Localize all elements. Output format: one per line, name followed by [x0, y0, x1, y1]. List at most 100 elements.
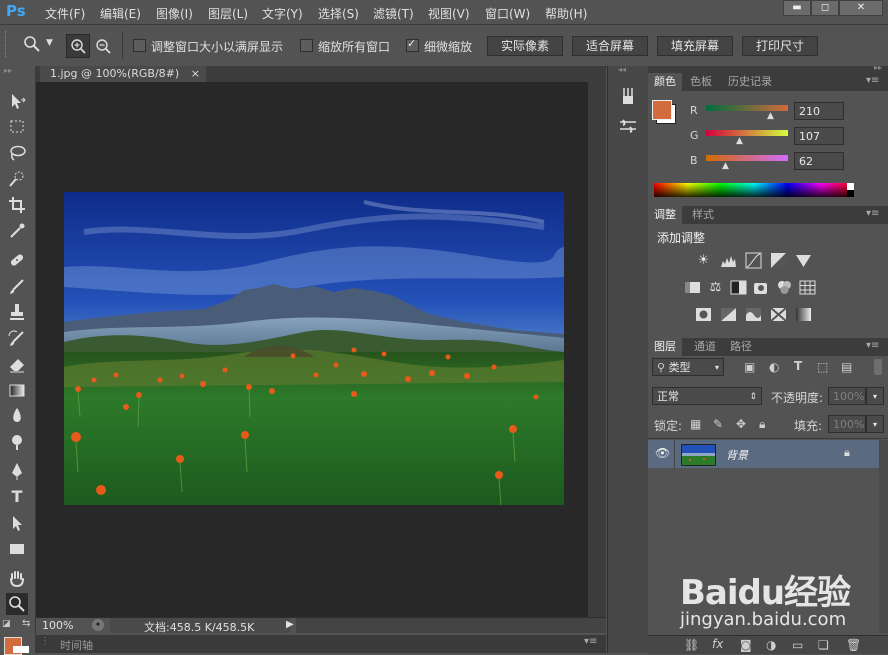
- brush-presets-icon[interactable]: [618, 86, 638, 109]
- layer-row-background[interactable]: 👁︎ 背景 🔒︎: [648, 440, 879, 468]
- status-menu-arrow-icon[interactable]: ▶: [286, 619, 294, 630]
- menu-image[interactable]: 图像(I): [156, 5, 193, 22]
- tab-channels[interactable]: 通道: [688, 338, 722, 356]
- quick-selection-tool-icon[interactable]: [6, 168, 28, 190]
- brightness-contrast-icon[interactable]: ☀: [695, 252, 712, 269]
- green-value-input[interactable]: 107: [794, 127, 844, 145]
- zoom-in-icon[interactable]: [66, 34, 90, 58]
- tab-layers[interactable]: 图层: [648, 338, 682, 356]
- black-white-icon[interactable]: [730, 279, 747, 296]
- brush-settings-icon[interactable]: [618, 116, 638, 139]
- color-spectrum-bar[interactable]: [654, 183, 854, 197]
- threshold-icon[interactable]: [745, 306, 762, 323]
- marquee-tool-icon[interactable]: [6, 116, 28, 138]
- eraser-tool-icon[interactable]: [6, 353, 28, 375]
- color-balance-icon[interactable]: ⚖: [707, 279, 724, 296]
- gradient-tool-icon[interactable]: [6, 379, 28, 401]
- lock-position-icon[interactable]: ✥: [736, 417, 746, 431]
- hue-saturation-icon[interactable]: [684, 279, 701, 296]
- lock-image-icon[interactable]: ✎: [713, 417, 723, 431]
- minimize-button[interactable]: ▬: [783, 0, 811, 16]
- menu-type[interactable]: 文字(Y): [262, 5, 303, 22]
- document-tab[interactable]: 1.jpg @ 100%(RGB/8#) ×: [40, 66, 206, 82]
- blur-tool-icon[interactable]: [6, 405, 28, 427]
- pen-tool-icon[interactable]: [6, 460, 28, 482]
- swap-colors-icon[interactable]: ⇆: [22, 618, 30, 629]
- vertical-scrollbar[interactable]: [588, 82, 606, 617]
- zoom-tool-icon[interactable]: [22, 34, 42, 57]
- menu-select[interactable]: 选择(S): [318, 5, 359, 22]
- fill-dropdown-icon[interactable]: ▾: [866, 415, 884, 433]
- fill-screen-button[interactable]: 填充屏幕: [657, 36, 733, 56]
- blue-slider[interactable]: [706, 155, 788, 161]
- resize-window-checkbox[interactable]: [133, 39, 146, 52]
- horizontal-scrollbar[interactable]: [296, 618, 606, 633]
- zoom-out-icon[interactable]: [92, 35, 114, 60]
- levels-icon[interactable]: [720, 252, 737, 269]
- dodge-tool-icon[interactable]: [6, 431, 28, 453]
- layer-name[interactable]: 背景: [726, 447, 748, 463]
- layers-panel-menu-icon[interactable]: ▾≡: [866, 340, 879, 351]
- red-slider-thumb[interactable]: ▲: [767, 111, 774, 121]
- timeline-label[interactable]: 时间轴: [60, 637, 93, 653]
- move-tool-icon[interactable]: [6, 90, 28, 112]
- type-tool-icon[interactable]: T: [6, 486, 28, 508]
- color-lookup-icon[interactable]: [799, 279, 816, 296]
- tab-paths[interactable]: 路径: [724, 338, 758, 356]
- timeline-grip-icon[interactable]: ⋮: [40, 636, 54, 650]
- color-panel-foreground-swatch[interactable]: [652, 100, 672, 120]
- tab-styles[interactable]: 样式: [686, 206, 720, 224]
- lasso-tool-icon[interactable]: [6, 142, 28, 164]
- menu-file[interactable]: 文件(F): [45, 5, 85, 22]
- zoom-level[interactable]: 100%: [42, 619, 73, 632]
- curves-icon[interactable]: [745, 252, 762, 269]
- menu-help[interactable]: 帮助(H): [545, 5, 587, 22]
- lock-transparent-icon[interactable]: ▦: [690, 417, 701, 431]
- selective-color-icon[interactable]: [770, 306, 787, 323]
- invert-icon[interactable]: [695, 306, 712, 323]
- zoom-all-windows-checkbox[interactable]: [300, 39, 313, 52]
- opacity-input[interactable]: 100%: [828, 387, 866, 405]
- layer-filter-select[interactable]: ⚲ 类型 ▾: [652, 358, 724, 376]
- vibrance-icon[interactable]: [795, 252, 812, 269]
- exposure-icon[interactable]: [770, 252, 787, 269]
- gradient-map-icon[interactable]: [795, 306, 812, 323]
- photo-filter-icon[interactable]: [753, 279, 770, 296]
- tab-color[interactable]: 颜色: [648, 73, 682, 91]
- dock-expand-icon[interactable]: ▸▸: [874, 63, 882, 72]
- actual-pixels-button[interactable]: 实际像素: [487, 36, 563, 56]
- filter-pixel-icon[interactable]: ▣: [744, 360, 755, 374]
- default-colors-icon[interactable]: ◪: [2, 619, 11, 629]
- menu-view[interactable]: 视图(V): [428, 5, 470, 22]
- zoom-tool-icon[interactable]: [6, 593, 28, 615]
- maximize-button[interactable]: ◻: [811, 0, 839, 16]
- opacity-dropdown-icon[interactable]: ▾: [866, 387, 884, 405]
- crop-tool-icon[interactable]: [6, 194, 28, 216]
- share-icon[interactable]: ✦: [92, 619, 104, 631]
- red-value-input[interactable]: 210: [794, 102, 844, 120]
- print-size-button[interactable]: 打印尺寸: [742, 36, 818, 56]
- menu-filter[interactable]: 滤镜(T): [373, 5, 414, 22]
- menu-edit[interactable]: 编辑(E): [100, 5, 141, 22]
- tool-preset-dropdown-icon[interactable]: ▼: [46, 38, 53, 48]
- tab-swatches[interactable]: 色板: [684, 73, 718, 91]
- eyedropper-tool-icon[interactable]: [6, 220, 28, 242]
- timeline-menu-icon[interactable]: ▾≡: [584, 636, 597, 647]
- fill-input[interactable]: 100%: [828, 415, 866, 433]
- green-slider[interactable]: [706, 130, 788, 136]
- blue-value-input[interactable]: 62: [794, 152, 844, 170]
- color-panel-menu-icon[interactable]: ▾≡: [866, 75, 879, 86]
- scrubby-zoom-checkbox[interactable]: [406, 37, 419, 52]
- menu-layer[interactable]: 图层(L): [208, 5, 248, 22]
- lock-all-icon[interactable]: 🔒︎: [759, 417, 765, 432]
- path-selection-tool-icon[interactable]: [6, 512, 28, 534]
- green-slider-thumb[interactable]: ▲: [736, 136, 743, 146]
- channel-mixer-icon[interactable]: [776, 279, 793, 296]
- clone-stamp-tool-icon[interactable]: [6, 301, 28, 323]
- brush-tool-icon[interactable]: [6, 275, 28, 297]
- filter-adjustment-icon[interactable]: ◐: [769, 360, 779, 374]
- close-button[interactable]: ✕: [839, 0, 883, 16]
- tab-history[interactable]: 历史记录: [722, 73, 778, 91]
- document-tab-close-icon[interactable]: ×: [191, 66, 200, 82]
- blend-mode-select[interactable]: 正常 ⇕: [652, 387, 762, 405]
